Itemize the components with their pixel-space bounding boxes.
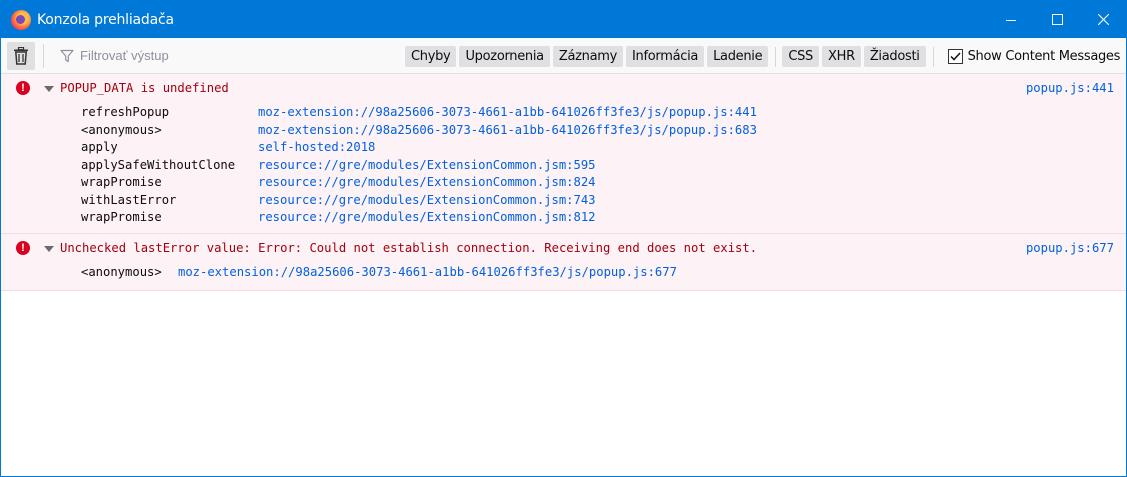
checkmark-icon [950,52,961,61]
frame-function: wrapPromise [81,175,162,189]
stack-trace: <anonymous> moz-extension://98a25606-3073… [1,264,1126,291]
frame-source-link[interactable]: resource://gre/modules/ExtensionCommon.j… [258,192,596,210]
message-location-link[interactable]: popup.js:441 [1026,81,1114,95]
show-content-messages-toggle[interactable]: Show Content Messages [947,49,1121,64]
stack-frame: refreshPopup moz-extension://98a25606-307… [81,104,1126,122]
trash-icon [14,46,28,65]
frame-source-link[interactable]: self-hosted:2018 [258,139,375,157]
filter-buttons: Chyby Upozornenia Záznamy Informácia Lad… [405,46,1120,67]
console-output: ! POPUP_DATA is undefined popup.js:441 r… [1,74,1126,291]
frame-source-link[interactable]: moz-extension://98a25606-3073-4661-a1bb-… [178,264,677,282]
close-button[interactable] [1080,1,1126,38]
maximize-icon [1051,14,1063,25]
minimize-icon [1006,19,1016,21]
browser-console-window: Konzola prehliadača Filtrovať výstup Chy… [0,0,1127,477]
filter-input[interactable] [80,48,380,63]
frame-function: wrapPromise [81,210,162,224]
window-controls [988,1,1126,38]
stack-frame: withLastError resource://gre/modules/Exte… [81,192,1126,210]
message-header[interactable]: ! POPUP_DATA is undefined popup.js:441 [1,74,1126,104]
stack-frame: apply self-hosted:2018 [81,139,1126,157]
console-message: ! Unchecked lastError value: Error: Coul… [1,233,1126,291]
filter-icon [60,49,74,62]
error-icon: ! [16,81,30,95]
title-bar[interactable]: Konzola prehliadača [1,1,1126,38]
frame-source-link[interactable]: moz-extension://98a25606-3073-4661-a1bb-… [258,104,757,122]
window-title: Konzola prehliadača [37,11,174,28]
frame-source-link[interactable]: resource://gre/modules/ExtensionCommon.j… [258,209,596,227]
stack-trace: refreshPopup moz-extension://98a25606-307… [1,104,1126,233]
filter-warnings-button[interactable]: Upozornenia [459,46,550,67]
frame-function: withLastError [81,192,177,207]
message-header[interactable]: ! Unchecked lastError value: Error: Coul… [1,234,1126,264]
filter-box[interactable] [50,42,390,70]
filter-css-button[interactable]: CSS [782,46,819,67]
show-content-messages-checkbox[interactable] [947,49,963,64]
frame-function: refreshPopup [81,105,170,119]
frame-function: <anonymous> [81,122,162,137]
console-message: ! POPUP_DATA is undefined popup.js:441 r… [1,74,1126,234]
console-toolbar: Chyby Upozornenia Záznamy Informácia Lad… [1,38,1126,74]
frame-function: <anonymous> [81,264,162,279]
minimize-button[interactable] [988,1,1034,38]
show-content-messages-label: Show Content Messages [967,49,1121,64]
filter-logs-button[interactable]: Záznamy [552,46,624,67]
stack-frame: <anonymous> moz-extension://98a25606-3073… [81,264,1126,282]
stack-frame: wrapPromise resource://gre/modules/Extens… [81,209,1126,227]
expand-toggle-icon[interactable] [44,86,54,92]
frame-function: applySafeWithoutClone [81,157,236,172]
message-text: Unchecked lastError value: Error: Could … [60,240,758,255]
frame-source-link[interactable]: moz-extension://98a25606-3073-4661-a1bb-… [258,122,757,140]
expand-toggle-icon[interactable] [44,245,54,252]
message-location-link[interactable]: popup.js:677 [1026,241,1114,255]
frame-function: apply [81,140,118,154]
filter-separator [775,46,777,67]
error-icon: ! [16,240,30,255]
message-text: POPUP_DATA is undefined [60,81,229,95]
filter-separator [932,46,934,67]
close-icon [1097,14,1109,25]
maximize-button[interactable] [1034,1,1080,38]
firefox-icon [11,9,31,30]
filter-info-button[interactable]: Informácia [626,46,705,67]
toolbar-separator [43,43,44,68]
filter-errors-button[interactable]: Chyby [405,46,457,67]
filter-debug-button[interactable]: Ladenie [707,46,769,67]
stack-frame: <anonymous> moz-extension://98a25606-3073… [81,122,1126,140]
filter-xhr-button[interactable]: XHR [822,46,861,67]
stack-frame: wrapPromise resource://gre/modules/Extens… [81,174,1126,192]
frame-source-link[interactable]: resource://gre/modules/ExtensionCommon.j… [258,174,596,192]
filter-requests-button[interactable]: Žiadosti [863,46,926,67]
stack-frame: applySafeWithoutClone resource://gre/modu… [81,157,1126,175]
frame-source-link[interactable]: resource://gre/modules/ExtensionCommon.j… [258,157,596,175]
clear-console-button[interactable] [7,41,35,70]
